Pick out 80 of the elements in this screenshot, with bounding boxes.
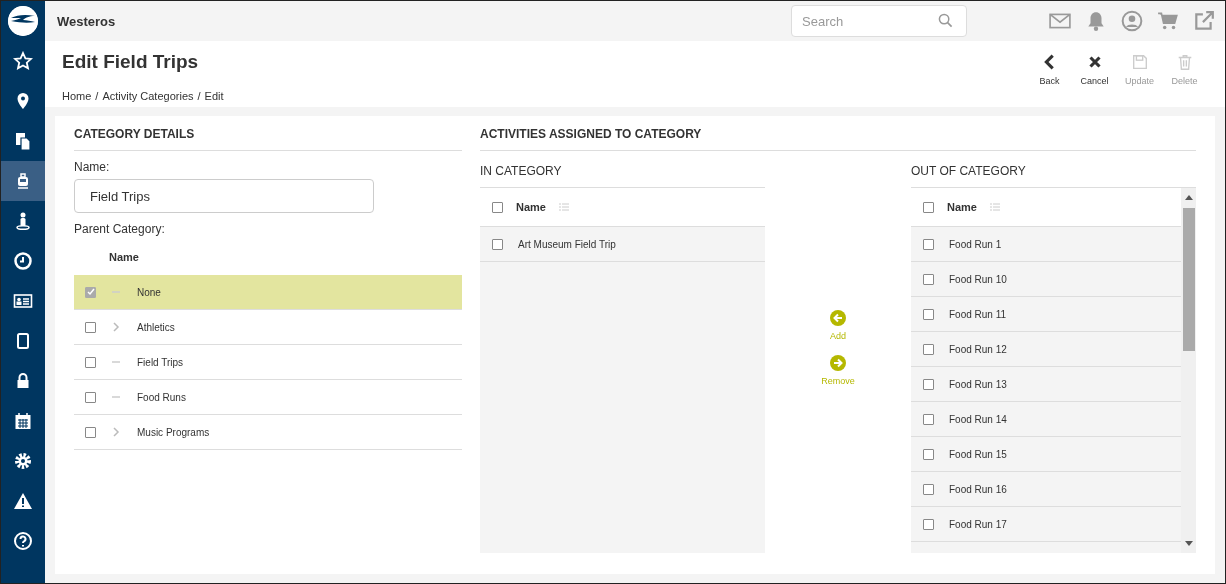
tree-label: Field Trips bbox=[137, 356, 184, 368]
breadcrumb-link[interactable]: Edit bbox=[204, 90, 224, 102]
table-cell: Food Run 13 bbox=[949, 378, 1007, 390]
tree-row[interactable]: Music Programs bbox=[74, 415, 462, 450]
tree-row[interactable]: Field Trips bbox=[74, 345, 462, 380]
cart-icon[interactable] bbox=[1157, 10, 1179, 32]
tree-label: Music Programs bbox=[137, 426, 210, 438]
tree-row[interactable]: Athletics bbox=[74, 310, 462, 345]
bell-icon[interactable] bbox=[1085, 10, 1107, 32]
star-icon bbox=[13, 51, 33, 71]
search-icon[interactable] bbox=[938, 13, 953, 28]
gear-icon bbox=[13, 451, 33, 471]
table-cell: Food Run 10 bbox=[949, 273, 1007, 285]
checkbox[interactable] bbox=[85, 321, 96, 333]
clock-icon bbox=[13, 251, 33, 271]
scroll-up-icon[interactable] bbox=[1184, 194, 1193, 200]
help-icon bbox=[13, 531, 33, 551]
column-header: Name bbox=[109, 251, 139, 263]
search-field[interactable]: Search bbox=[791, 5, 967, 37]
checkbox[interactable] bbox=[923, 483, 934, 495]
checkbox[interactable] bbox=[923, 238, 934, 250]
table-cell: Food Run 14 bbox=[949, 413, 1007, 425]
checkbox[interactable] bbox=[923, 378, 934, 390]
tree-label: None bbox=[137, 286, 161, 298]
warning-icon bbox=[13, 491, 33, 511]
field-label: Parent Category: bbox=[74, 222, 166, 236]
table-cell: Food Run 16 bbox=[949, 483, 1007, 495]
column-header[interactable]: Name bbox=[947, 201, 977, 213]
table-cell: Food Run 1 bbox=[949, 238, 1002, 250]
scroll-down-icon[interactable] bbox=[1184, 541, 1193, 547]
checkbox[interactable] bbox=[923, 448, 934, 460]
table-cell: Art Museum Field Trip bbox=[518, 238, 616, 250]
breadcrumb-link[interactable]: Activity Categories bbox=[102, 90, 194, 102]
table-cell: Food Run 17 bbox=[949, 518, 1007, 530]
scrollbar[interactable] bbox=[1181, 188, 1196, 553]
checkbox[interactable] bbox=[923, 201, 934, 213]
toolbar-button[interactable]: Back bbox=[1027, 53, 1072, 93]
table-cell: Food Run 12 bbox=[949, 343, 1007, 355]
breadcrumb-separator: / bbox=[95, 90, 99, 102]
tree-row[interactable]: Food Runs bbox=[74, 380, 462, 415]
tree-row[interactable]: None bbox=[74, 275, 462, 310]
scrollbar-thumb[interactable] bbox=[1182, 208, 1195, 351]
logo-icon[interactable] bbox=[8, 6, 38, 36]
column-header[interactable]: Name bbox=[516, 201, 546, 213]
arrow-left-icon bbox=[830, 309, 846, 326]
docs-icon bbox=[13, 131, 33, 151]
table-cell: Food Run 15 bbox=[949, 448, 1007, 460]
person-icon bbox=[13, 211, 33, 231]
checkbox[interactable] bbox=[923, 343, 934, 355]
name-field[interactable]: Field Trips bbox=[74, 179, 374, 213]
field-label: Name: bbox=[74, 160, 111, 174]
breadcrumb-link[interactable]: Home bbox=[62, 90, 92, 102]
toolbar-button[interactable]: Cancel bbox=[1072, 53, 1117, 93]
checkbox[interactable] bbox=[85, 391, 96, 403]
chevron-right-icon[interactable] bbox=[111, 427, 121, 437]
breadcrumb-separator: / bbox=[197, 90, 201, 102]
checkbox[interactable] bbox=[923, 308, 934, 320]
app-title: Westeros bbox=[57, 13, 116, 29]
external-link-icon[interactable] bbox=[1193, 10, 1215, 32]
checkbox[interactable] bbox=[492, 201, 503, 213]
section-title: ACTIVITIES ASSIGNED TO CATEGORY bbox=[480, 116, 1196, 151]
arrow-right-icon bbox=[830, 354, 846, 371]
checkbox[interactable] bbox=[923, 518, 934, 530]
calendar-icon bbox=[13, 411, 33, 431]
card-icon bbox=[13, 291, 33, 311]
section-title: CATEGORY DETAILS bbox=[74, 116, 462, 151]
tree-label: Athletics bbox=[137, 321, 175, 333]
page-title: Edit Field Trips bbox=[62, 51, 200, 73]
save-icon bbox=[1130, 53, 1149, 71]
chevron-right-icon[interactable] bbox=[111, 322, 121, 332]
checkbox[interactable] bbox=[923, 413, 934, 425]
checkbox[interactable] bbox=[85, 286, 96, 298]
checkbox[interactable] bbox=[492, 238, 503, 250]
checkbox[interactable] bbox=[923, 273, 934, 285]
checkbox[interactable] bbox=[85, 356, 96, 368]
table-cell: Food Run 11 bbox=[949, 308, 1007, 320]
user-icon[interactable] bbox=[1121, 10, 1143, 32]
checkbox[interactable] bbox=[85, 426, 96, 438]
tree-label: Food Runs bbox=[137, 391, 186, 403]
nav-item[interactable] bbox=[1, 161, 45, 201]
